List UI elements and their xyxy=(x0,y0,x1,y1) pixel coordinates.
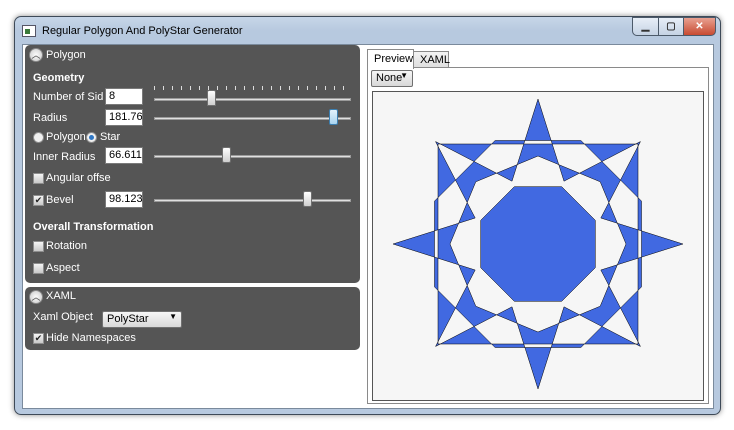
maximize-icon: ▢ xyxy=(666,21,676,32)
tab-control: Preview XAML None ▼ xyxy=(367,45,709,405)
tab-content: None ▼ xyxy=(367,67,709,404)
bevel-label: Bevel xyxy=(46,194,74,206)
number-of-sides-input[interactable]: 8 xyxy=(105,88,143,105)
polygon-radio[interactable] xyxy=(33,132,44,143)
angular-offset-label: Angular offse xyxy=(46,172,111,184)
client-area: ︿ Polygon Geometry Number of Sides 8 Rad… xyxy=(22,44,714,409)
xaml-panel: ︿ XAML Xaml Object PolyStar ▼ ✔ Hide Nam… xyxy=(25,287,360,350)
overall-transformation-heading: Overall Transformation xyxy=(33,221,154,233)
bevel-slider-thumb[interactable] xyxy=(303,191,312,207)
xaml-object-value: PolyStar xyxy=(107,313,149,325)
stretch-select[interactable]: None ▼ xyxy=(371,70,413,87)
star-radio-label: Star xyxy=(100,131,121,143)
xaml-panel-header[interactable]: XAML xyxy=(46,290,76,302)
radius-slider-thumb[interactable] xyxy=(329,109,338,125)
bevel-input[interactable]: 98.12311 xyxy=(105,191,143,208)
angular-offset-checkbox[interactable] xyxy=(33,173,44,184)
inner-radius-label: Inner Radius xyxy=(33,151,96,163)
chevron-down-icon: ▼ xyxy=(400,71,408,80)
app-window: Regular Polygon And PolyStar Generator ▁… xyxy=(14,16,721,415)
bevel-slider[interactable] xyxy=(154,199,351,202)
polystar-shape xyxy=(392,98,684,390)
xaml-object-select[interactable]: PolyStar ▼ xyxy=(102,311,182,328)
aspect-label: Aspect xyxy=(46,262,80,274)
tab-xaml[interactable]: XAML xyxy=(413,51,450,68)
inner-radius-slider[interactable] xyxy=(154,155,351,158)
preview-canvas xyxy=(372,91,704,401)
minimize-button[interactable]: ▁ xyxy=(632,17,659,36)
stretch-select-value: None xyxy=(376,72,403,84)
star-radio[interactable] xyxy=(86,132,97,143)
radius-label: Radius xyxy=(33,112,68,124)
radius-input[interactable]: 181.7691 xyxy=(105,109,143,126)
number-of-sides-slider[interactable] xyxy=(154,98,351,101)
chevron-up-icon[interactable]: ︿ xyxy=(29,290,43,304)
polygon-panel: ︿ Polygon Geometry Number of Sides 8 Rad… xyxy=(25,45,360,283)
aspect-checkbox[interactable] xyxy=(33,263,44,274)
tab-preview[interactable]: Preview xyxy=(367,49,414,69)
geometry-heading: Geometry xyxy=(33,72,85,84)
number-of-sides-ticks xyxy=(154,86,351,90)
close-button[interactable]: ✕ xyxy=(683,17,716,36)
window-title: Regular Polygon And PolyStar Generator xyxy=(42,25,243,37)
checkmark-icon: ✔ xyxy=(34,195,43,205)
polygon-panel-header[interactable]: Polygon xyxy=(46,49,86,61)
minimize-icon: ▁ xyxy=(641,21,650,32)
rotation-label: Rotation xyxy=(46,240,87,252)
radius-slider[interactable] xyxy=(154,117,351,120)
chevron-up-icon[interactable]: ︿ xyxy=(29,48,43,62)
hide-namespaces-label: Hide Namespaces xyxy=(46,332,136,344)
polygon-radio-label: Polygon xyxy=(46,131,86,143)
bevel-checkbox[interactable]: ✔ xyxy=(33,195,44,206)
hide-namespaces-checkbox[interactable]: ✔ xyxy=(33,333,44,344)
inner-radius-input[interactable]: 66.61155 xyxy=(105,147,143,164)
maximize-button[interactable]: ▢ xyxy=(658,17,684,36)
number-of-sides-slider-thumb[interactable] xyxy=(207,90,216,106)
xaml-object-label: Xaml Object xyxy=(33,311,93,323)
app-icon xyxy=(22,25,36,37)
checkmark-icon: ✔ xyxy=(34,333,43,343)
rotation-checkbox[interactable] xyxy=(33,241,44,252)
title-bar[interactable]: Regular Polygon And PolyStar Generator ▁… xyxy=(15,17,720,44)
number-of-sides-label: Number of Sides xyxy=(33,91,103,103)
chevron-down-icon: ▼ xyxy=(169,312,177,321)
polystar-preview xyxy=(392,98,684,390)
inner-radius-slider-thumb[interactable] xyxy=(222,147,231,163)
close-icon: ✕ xyxy=(695,21,704,32)
